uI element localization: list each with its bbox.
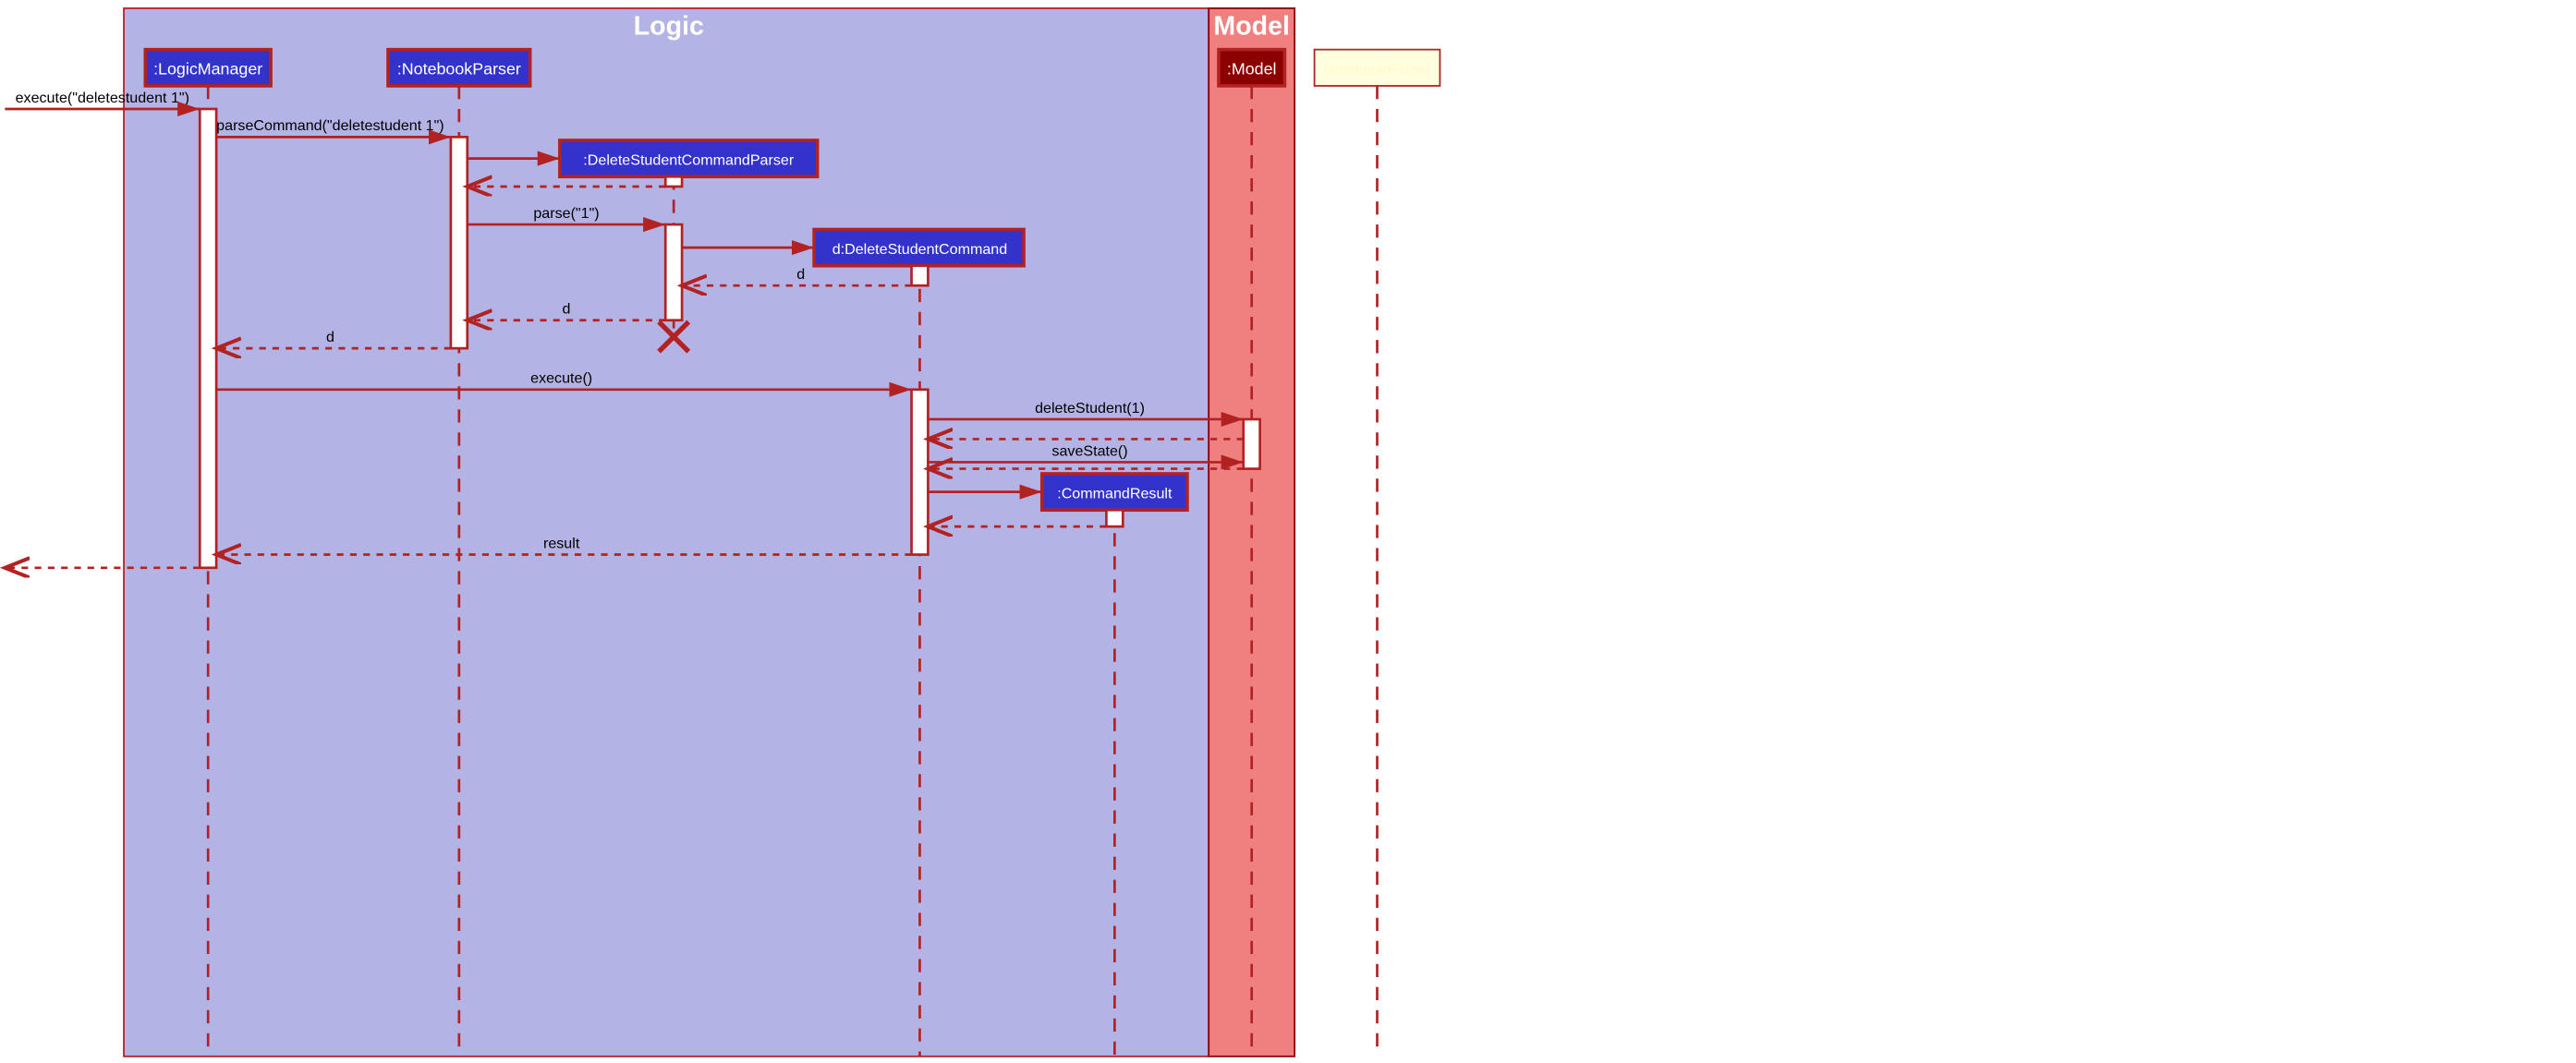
activation-deleteparser-parse	[665, 224, 682, 320]
activation-deleteparser-create	[665, 176, 682, 187]
msg-d1: d	[796, 266, 805, 283]
participant-extra-label: NotebookParser	[1323, 61, 1431, 78]
participant-commandresult-label: :CommandResult	[1057, 486, 1173, 502]
msg-deletestudent: deleteStudent(1)	[1035, 400, 1145, 417]
msg-d2: d	[563, 301, 571, 318]
sequence-diagram: Logic Model Logic Model :LogicManager :N…	[0, 0, 2576, 1063]
activation-commandresult	[1106, 510, 1123, 526]
participant-deleteparser-label: :DeleteStudentCommandParser	[583, 152, 795, 169]
activation-logicmanager	[200, 109, 216, 568]
participant-logicmanager-label: :LogicManager	[153, 59, 262, 78]
participant-notebookparser-label: :NotebookParser	[397, 59, 521, 78]
msg-execute2: execute()	[530, 370, 592, 387]
participant-deletecommand-label: d:DeleteStudentCommand	[832, 241, 1007, 258]
participant-model-label: :Model	[1227, 59, 1277, 78]
activation-model	[1244, 419, 1260, 469]
msg-d3: d	[326, 329, 334, 345]
logic-title: Logic	[634, 12, 704, 42]
msg-parse: parse("1")	[533, 205, 599, 222]
msg-savestate: saveState()	[1051, 442, 1127, 459]
activation-deletecommand-create	[912, 266, 929, 285]
msg-execute1: execute("deletestudent 1")	[16, 90, 189, 106]
activation-notebookparser	[451, 137, 468, 348]
model-title: Model	[1213, 12, 1290, 42]
activation-deletecommand-execute	[912, 390, 929, 555]
msg-parsecommand: parseCommand("deletestudent 1")	[216, 117, 444, 134]
msg-result: result	[543, 535, 580, 551]
